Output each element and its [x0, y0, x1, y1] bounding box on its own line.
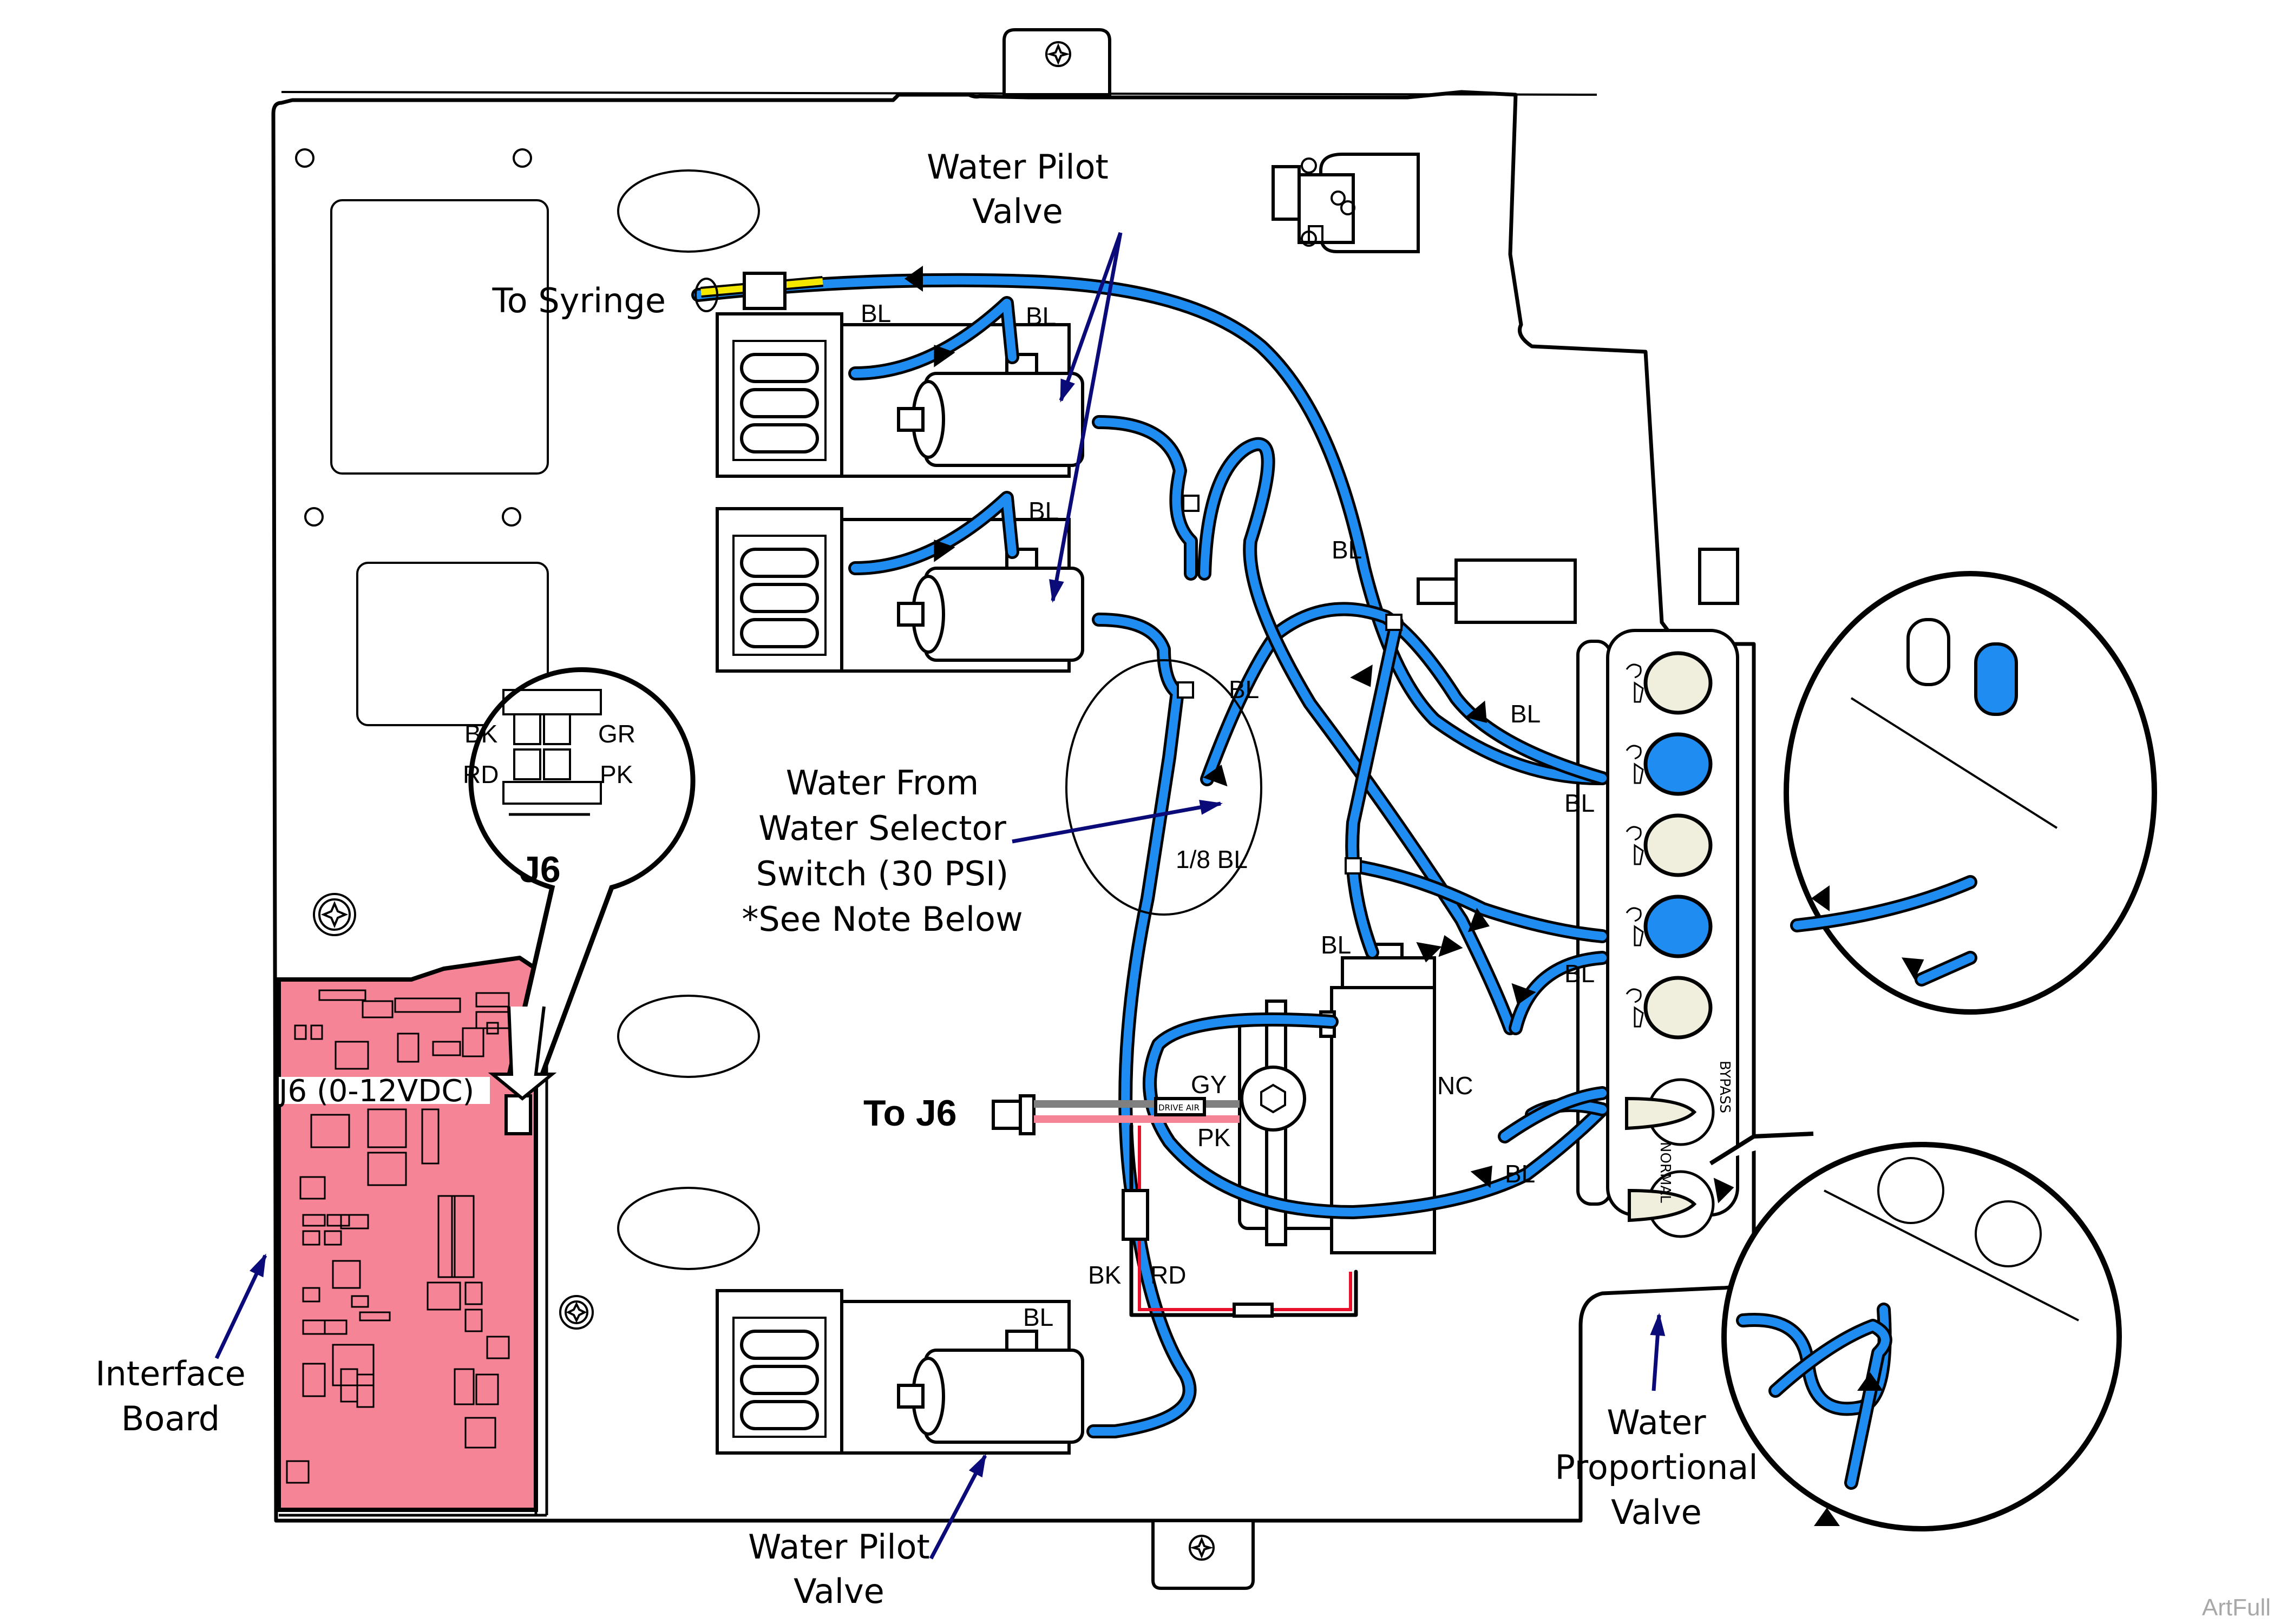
water-from-label-4: *See Note Below	[742, 899, 1023, 939]
water-tube	[1092, 415, 1198, 581]
wire-label-rd: RD	[1150, 1261, 1186, 1289]
tube-tag-bl: BL	[861, 299, 891, 327]
water-pilot-valve-label-top-2: Valve	[972, 192, 1063, 231]
interface-board-label-1: Interface	[95, 1354, 246, 1393]
water-from-label-2: Water Selector	[758, 808, 1006, 848]
arrowhead-icon	[250, 1253, 266, 1278]
wire-label-gy: GY	[1191, 1070, 1227, 1099]
tube-tag-bl: BL	[1564, 789, 1595, 817]
j6-header	[504, 1094, 532, 1135]
plate-slot	[617, 169, 760, 253]
mount-hole	[513, 148, 532, 168]
j6-title: J6	[520, 849, 561, 890]
j6-pin-pk: PK	[600, 760, 633, 788]
arrowhead-icon	[1650, 1313, 1666, 1336]
bypass-label: BYPASS	[1716, 1061, 1733, 1113]
water-proportional-valve-label-3: Valve	[1611, 1492, 1702, 1532]
plate-slot	[617, 1187, 760, 1270]
tube-tag-bl: BL	[1564, 959, 1595, 988]
diagram-canvas: BYPASS NORMAL DRIVE AIR J6 (0-12VDC) BK …	[95, 28, 2271, 1621]
tube-tag-bl: BL	[1505, 1160, 1535, 1188]
pilot-valve-block	[716, 312, 1084, 478]
syringe-grommet	[743, 272, 787, 310]
interface-board: J6 (0-12VDC)	[277, 955, 548, 1517]
water-pilot-valve-label-bottom-2: Valve	[794, 1572, 884, 1611]
to-syringe-label: To Syringe	[492, 281, 666, 320]
plate-slot	[617, 995, 760, 1078]
callout-leader	[1650, 1313, 1666, 1391]
tube-size-label: 1/8 BL	[1176, 845, 1248, 873]
water-from-label-3: Switch (30 PSI)	[756, 854, 1009, 893]
wire-connector-plug	[992, 1100, 1022, 1130]
screw-icon	[559, 1295, 594, 1330]
callout-leader	[1012, 800, 1223, 844]
wire-label-pk: PK	[1197, 1123, 1231, 1152]
tube-tag-bl: BL	[1510, 700, 1541, 728]
normal-label: NORMAL	[1657, 1142, 1673, 1203]
tube-tag-bl: BL	[1023, 1303, 1053, 1331]
air-solenoid	[1272, 153, 1420, 253]
inset-upper-right	[1784, 571, 2157, 1015]
tube-tag-bl: BL	[1026, 302, 1056, 330]
tube-clip	[1182, 495, 1200, 512]
tube-tag-bl: BL	[1229, 675, 1259, 703]
water-proportional-valve-label-2: Proportional	[1555, 1448, 1758, 1487]
callout-leader	[929, 1454, 987, 1560]
j6-pin-gr: GR	[598, 720, 635, 748]
wire-label-bk: BK	[1088, 1261, 1122, 1289]
top-mounting-tab	[1002, 28, 1111, 96]
tube-tag-bl: BL	[1028, 497, 1059, 525]
j6-pin-rd: RD	[463, 760, 499, 788]
tube-tag-bl: BL	[1332, 536, 1362, 564]
mount-hole	[304, 507, 324, 527]
bottom-mounting-tab	[1151, 1519, 1255, 1590]
j6-voltage-label: J6 (0-12VDC)	[277, 1074, 474, 1109]
tube-clip	[1177, 681, 1194, 699]
mount-hole	[502, 507, 521, 527]
nc-label: NC	[1437, 1071, 1473, 1100]
tube-clip	[1345, 857, 1362, 875]
tube-clip	[1385, 614, 1403, 631]
to-j6-label: To J6	[863, 1093, 957, 1134]
water-from-label-1: Water From	[786, 763, 979, 803]
drive-air-tag-text: DRIVE AIR	[1158, 1103, 1200, 1113]
water-pilot-valve-label-top-1: Water Pilot	[927, 147, 1109, 187]
tube-tag-bl: BL	[1321, 931, 1351, 959]
j6-pin-bk: BK	[464, 720, 498, 748]
callout-leader	[214, 1253, 267, 1359]
flow-arrow-icon	[1438, 935, 1463, 957]
water-proportional-valve-label-1: Water	[1607, 1403, 1706, 1442]
mount-hole	[295, 148, 314, 168]
flow-arrow-icon	[905, 266, 923, 292]
inset-lower-right	[1709, 1132, 2122, 1531]
interface-board-label-2: Board	[121, 1399, 220, 1438]
screw-icon	[313, 893, 356, 936]
plate-cutout	[330, 199, 549, 475]
water-pilot-valve-label-bottom-1: Water Pilot	[748, 1527, 930, 1567]
watermark: ArtFull	[2202, 1594, 2271, 1621]
pilot-valve-block	[716, 507, 1084, 673]
inline-connector	[1122, 1189, 1149, 1241]
